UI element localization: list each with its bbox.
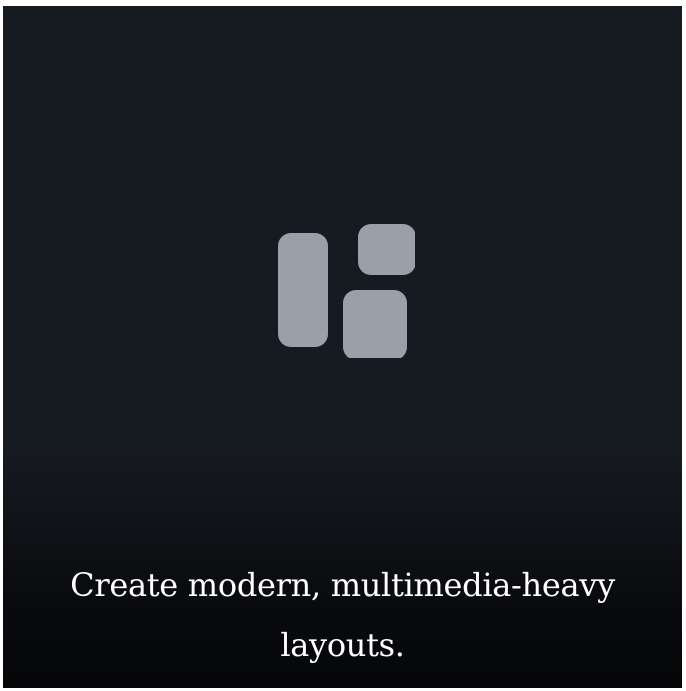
feature-caption: Create modern, multimedia-heavy layouts. — [70, 566, 615, 664]
layout-icon — [278, 224, 415, 358]
feature-card: Create modern, multimedia-heavy layouts. — [3, 6, 682, 688]
